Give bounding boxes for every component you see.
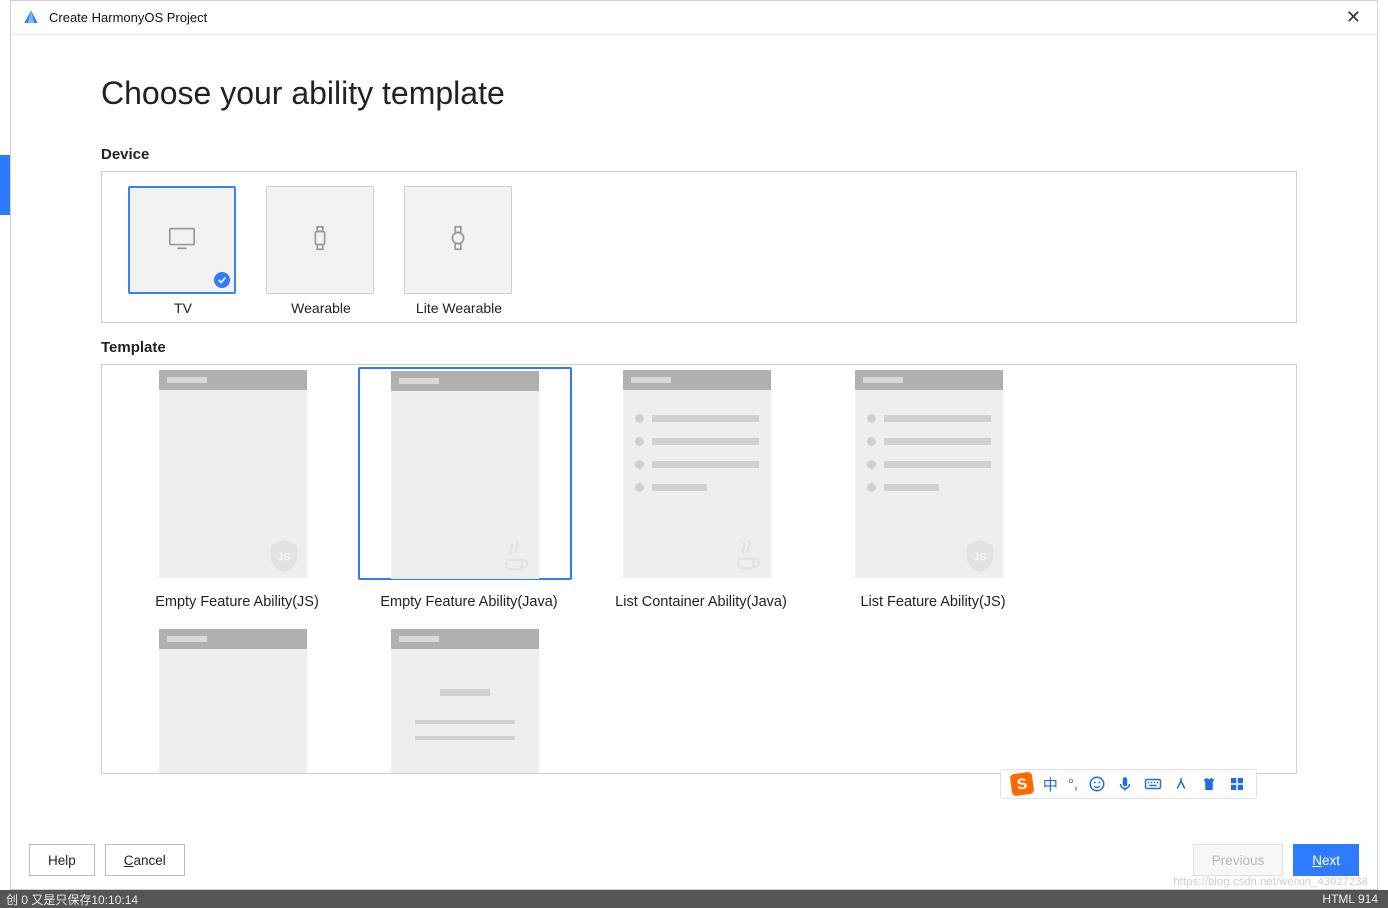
- next-button[interactable]: Next: [1293, 844, 1359, 876]
- template-list-container-java[interactable]: List Container Ability(Java): [590, 367, 812, 610]
- page-title: Choose your ability template: [101, 75, 1297, 112]
- template-grid[interactable]: JS Empty Feature Ability(JS) Empty Featu…: [102, 365, 1296, 773]
- help-button[interactable]: Help: [29, 844, 95, 876]
- window-title: Create HarmonyOS Project: [49, 10, 207, 25]
- title-bar: Create HarmonyOS Project ✕: [11, 1, 1377, 35]
- java-badge-icon: [729, 536, 767, 574]
- left-accent-strip: [0, 155, 10, 215]
- ime-lang[interactable]: 中: [1043, 774, 1058, 795]
- ime-mic-icon[interactable]: [1116, 775, 1134, 793]
- java-badge-icon: [497, 537, 535, 575]
- tv-icon: [167, 223, 197, 258]
- dialog-footer: Help Cancel Previous Next: [11, 831, 1377, 889]
- status-left: 创 0 又是只保存10:10:14: [6, 891, 138, 908]
- ime-skin-icon[interactable]: [1200, 775, 1218, 793]
- status-right: HTML 914: [1322, 892, 1378, 906]
- ime-grid-icon[interactable]: [1228, 775, 1246, 793]
- ime-emoji-icon[interactable]: [1088, 775, 1106, 793]
- template-label: List Container Ability(Java): [590, 594, 812, 610]
- device-label: Lite Wearable: [404, 300, 514, 316]
- ime-punct-icon[interactable]: °,: [1068, 776, 1078, 793]
- device-tv[interactable]: TV: [128, 186, 238, 316]
- js-badge-icon: JS: [265, 536, 303, 574]
- template-extra[interactable]: [358, 626, 580, 773]
- check-icon: [214, 272, 230, 288]
- previous-button: Previous: [1193, 844, 1284, 876]
- js-badge-icon: JS: [961, 536, 999, 574]
- content-area: Choose your ability template Device TV: [11, 35, 1377, 831]
- template-empty-js[interactable]: JS Empty Feature Ability(JS): [126, 367, 348, 610]
- lite-watch-icon: [443, 223, 473, 258]
- device-label: Wearable: [266, 300, 376, 316]
- dialog-window: Create HarmonyOS Project ✕ Choose your a…: [10, 0, 1378, 890]
- device-lite-wearable[interactable]: Lite Wearable: [404, 186, 514, 316]
- ime-tool-icon[interactable]: [1172, 775, 1190, 793]
- template-label: List Feature Ability(JS): [822, 594, 1044, 610]
- svg-text:JS: JS: [277, 552, 291, 564]
- watch-icon: [305, 223, 335, 258]
- svg-text:JS: JS: [973, 552, 987, 564]
- template-label: Empty Feature Ability(JS): [126, 594, 348, 610]
- template-section-label: Template: [101, 339, 1297, 356]
- template-panel: JS Empty Feature Ability(JS) Empty Featu…: [101, 364, 1297, 774]
- watermark-text: https://blog.csdn.net/weixin_43027238: [1173, 876, 1368, 888]
- app-logo-icon: [21, 8, 41, 28]
- template-split-panel-java[interactable]: Split Panel Ability(Java): [126, 626, 348, 773]
- close-icon[interactable]: ✕: [1340, 5, 1367, 30]
- sogou-icon[interactable]: S: [1009, 772, 1034, 797]
- device-panel: TV Wearable Lite Wearable: [101, 171, 1297, 323]
- cancel-button[interactable]: Cancel: [105, 844, 185, 876]
- device-wearable[interactable]: Wearable: [266, 186, 376, 316]
- template-list-feature-js[interactable]: JS List Feature Ability(JS): [822, 367, 1044, 610]
- device-label: TV: [128, 300, 238, 316]
- ime-keyboard-icon[interactable]: [1144, 775, 1162, 793]
- ime-toolbar[interactable]: S 中 °,: [1000, 769, 1257, 799]
- device-section-label: Device: [101, 146, 1297, 163]
- template-label: Empty Feature Ability(Java): [358, 594, 580, 610]
- template-empty-java[interactable]: Empty Feature Ability(Java): [358, 367, 580, 610]
- status-bar: 创 0 又是只保存10:10:14 HTML 914: [0, 890, 1388, 908]
